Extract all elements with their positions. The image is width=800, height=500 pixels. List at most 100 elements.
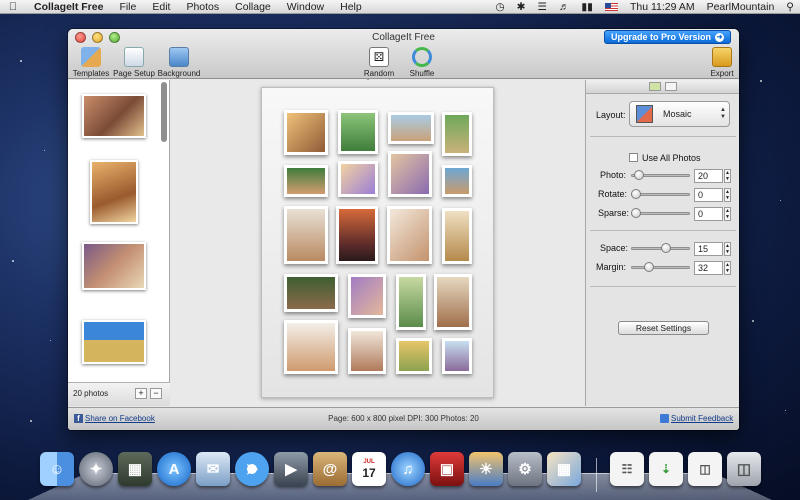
reset-settings-button[interactable]: Reset Settings bbox=[618, 321, 709, 335]
collage-photo[interactable] bbox=[284, 274, 338, 312]
photo-thumbnail[interactable] bbox=[82, 242, 146, 290]
collage-photo[interactable] bbox=[396, 338, 432, 374]
shuffle-button[interactable]: Shuffle bbox=[407, 47, 437, 78]
remove-photo-button[interactable]: − bbox=[150, 388, 162, 399]
menu-collage[interactable]: Collage bbox=[227, 0, 279, 14]
mosaic-layout-icon bbox=[636, 105, 653, 123]
rotate-input[interactable]: 0 bbox=[694, 188, 723, 202]
photo-list-scrollbar[interactable] bbox=[161, 82, 167, 142]
collage-photo[interactable] bbox=[442, 338, 472, 374]
photo-list-panel[interactable] bbox=[68, 80, 170, 406]
menu-photos[interactable]: Photos bbox=[178, 0, 227, 14]
address-book-icon[interactable]: @ bbox=[313, 452, 347, 486]
rotate-stepper[interactable]: ▲ ▼ bbox=[724, 188, 731, 202]
mail-icon[interactable]: ✉ bbox=[196, 452, 230, 486]
collage-photo[interactable] bbox=[434, 274, 472, 330]
collage-photo[interactable] bbox=[442, 208, 472, 264]
calendar-day: 17 bbox=[362, 465, 376, 480]
wifi-icon[interactable]: ☰ bbox=[531, 0, 552, 14]
margin-slider[interactable] bbox=[631, 266, 690, 269]
tab-layout[interactable] bbox=[649, 82, 661, 91]
us-flag-icon[interactable] bbox=[604, 3, 618, 11]
margin-stepper[interactable]: ▲ ▼ bbox=[724, 261, 731, 275]
export-button[interactable]: Export bbox=[708, 47, 736, 78]
app-store-icon[interactable]: A bbox=[157, 452, 191, 486]
mission-control-icon[interactable]: ▦ bbox=[118, 452, 152, 486]
collage-photo[interactable] bbox=[284, 165, 328, 197]
rotate-slider-knob[interactable] bbox=[631, 189, 641, 199]
page-setup-button[interactable]: Page Setup bbox=[113, 47, 155, 78]
facetime-icon[interactable]: ▶ bbox=[274, 452, 308, 486]
safari-icon[interactable]: ➤ bbox=[235, 452, 269, 486]
collage-photo[interactable] bbox=[284, 320, 338, 374]
collage-photo[interactable] bbox=[388, 151, 432, 197]
collage-photo[interactable] bbox=[348, 328, 386, 374]
collageit-icon[interactable]: ▦ bbox=[547, 452, 581, 486]
collage-photo[interactable] bbox=[284, 110, 328, 155]
collage-photo[interactable] bbox=[388, 112, 434, 144]
time-machine-icon[interactable]: ◷ bbox=[490, 0, 511, 14]
photo-booth-icon[interactable]: ▣ bbox=[430, 452, 464, 486]
menu-window[interactable]: Window bbox=[279, 0, 332, 14]
finder-icon[interactable]: ☺ bbox=[40, 452, 74, 486]
bluetooth-icon[interactable]: ✱ bbox=[511, 0, 532, 14]
use-all-photos-checkbox[interactable] bbox=[629, 153, 638, 162]
battery-icon[interactable]: ▮▮ bbox=[575, 0, 599, 14]
system-preferences-icon[interactable]: ⚙ bbox=[508, 452, 542, 486]
background-button[interactable]: Background bbox=[157, 47, 201, 78]
space-slider-knob[interactable] bbox=[661, 243, 671, 253]
launchpad-icon[interactable]: ✦ bbox=[79, 452, 113, 486]
photo-stepper[interactable]: ▲ ▼ bbox=[724, 169, 731, 183]
submit-feedback-link[interactable]: Submit Feedback bbox=[671, 414, 733, 423]
space-stepper[interactable]: ▲ ▼ bbox=[724, 242, 731, 256]
layout-value: Mosaic bbox=[663, 109, 692, 119]
sparse-input[interactable]: 0 bbox=[694, 207, 723, 221]
photo-thumbnail[interactable] bbox=[90, 160, 138, 224]
add-photo-button[interactable]: + bbox=[135, 388, 147, 399]
sparse-stepper[interactable]: ▲ ▼ bbox=[724, 207, 731, 221]
photo-thumbnail[interactable] bbox=[82, 320, 146, 364]
margin-slider-knob[interactable] bbox=[644, 262, 654, 272]
apple-menu-icon[interactable]:  bbox=[0, 1, 26, 13]
files-stack-icon[interactable]: ◫ bbox=[688, 452, 722, 486]
templates-button[interactable]: Templates bbox=[72, 47, 110, 78]
layout-select[interactable]: Mosaic ▲ ▼ bbox=[629, 101, 730, 127]
collage-photo[interactable] bbox=[442, 112, 472, 156]
collage-photo[interactable] bbox=[336, 206, 378, 264]
collage-photo[interactable] bbox=[338, 161, 378, 197]
upgrade-button[interactable]: Upgrade to Pro Version ➜ bbox=[603, 30, 731, 44]
itunes-icon[interactable]: ♫ bbox=[391, 452, 425, 486]
collage-photo[interactable] bbox=[442, 165, 472, 197]
calendar-icon[interactable]: JUL 17 bbox=[352, 452, 386, 486]
trash-icon[interactable]: ◫ bbox=[727, 452, 761, 486]
menu-file[interactable]: File bbox=[111, 0, 144, 14]
divider bbox=[590, 136, 736, 137]
collage-photo[interactable] bbox=[284, 206, 328, 264]
menu-app-name[interactable]: CollageIt Free bbox=[26, 0, 111, 14]
photo-thumbnail[interactable] bbox=[82, 94, 146, 138]
space-input[interactable]: 15 bbox=[694, 242, 723, 256]
tab-photo-style[interactable] bbox=[665, 82, 677, 91]
menubar-clock[interactable]: Thu 11:29 AM bbox=[624, 0, 701, 14]
sparse-slider-knob[interactable] bbox=[631, 208, 641, 218]
collage-photo[interactable] bbox=[338, 110, 378, 154]
collage-photo[interactable] bbox=[396, 274, 426, 330]
photo-slider-knob[interactable] bbox=[634, 170, 644, 180]
collage-photo[interactable] bbox=[387, 206, 432, 264]
iphoto-icon[interactable]: ☀ bbox=[469, 452, 503, 486]
downloads-stack-icon[interactable]: ⇣ bbox=[649, 452, 683, 486]
photo-list-footer: 20 photos + − bbox=[68, 382, 170, 406]
menu-help[interactable]: Help bbox=[332, 0, 370, 14]
rotate-label: Rotate: bbox=[598, 189, 628, 199]
dock-separator bbox=[596, 458, 597, 492]
spotlight-icon[interactable]: ⚲ bbox=[780, 0, 800, 14]
margin-input[interactable]: 32 bbox=[694, 261, 723, 275]
collage-page[interactable] bbox=[261, 87, 494, 398]
volume-icon[interactable]: ♬ bbox=[553, 0, 576, 14]
collage-photo[interactable] bbox=[348, 274, 386, 318]
menubar-user[interactable]: PearlMountain bbox=[701, 0, 781, 14]
documents-stack-icon[interactable]: ☷ bbox=[610, 452, 644, 486]
star bbox=[785, 410, 786, 411]
photo-count-input[interactable]: 20 bbox=[694, 169, 723, 183]
menu-edit[interactable]: Edit bbox=[144, 0, 178, 14]
